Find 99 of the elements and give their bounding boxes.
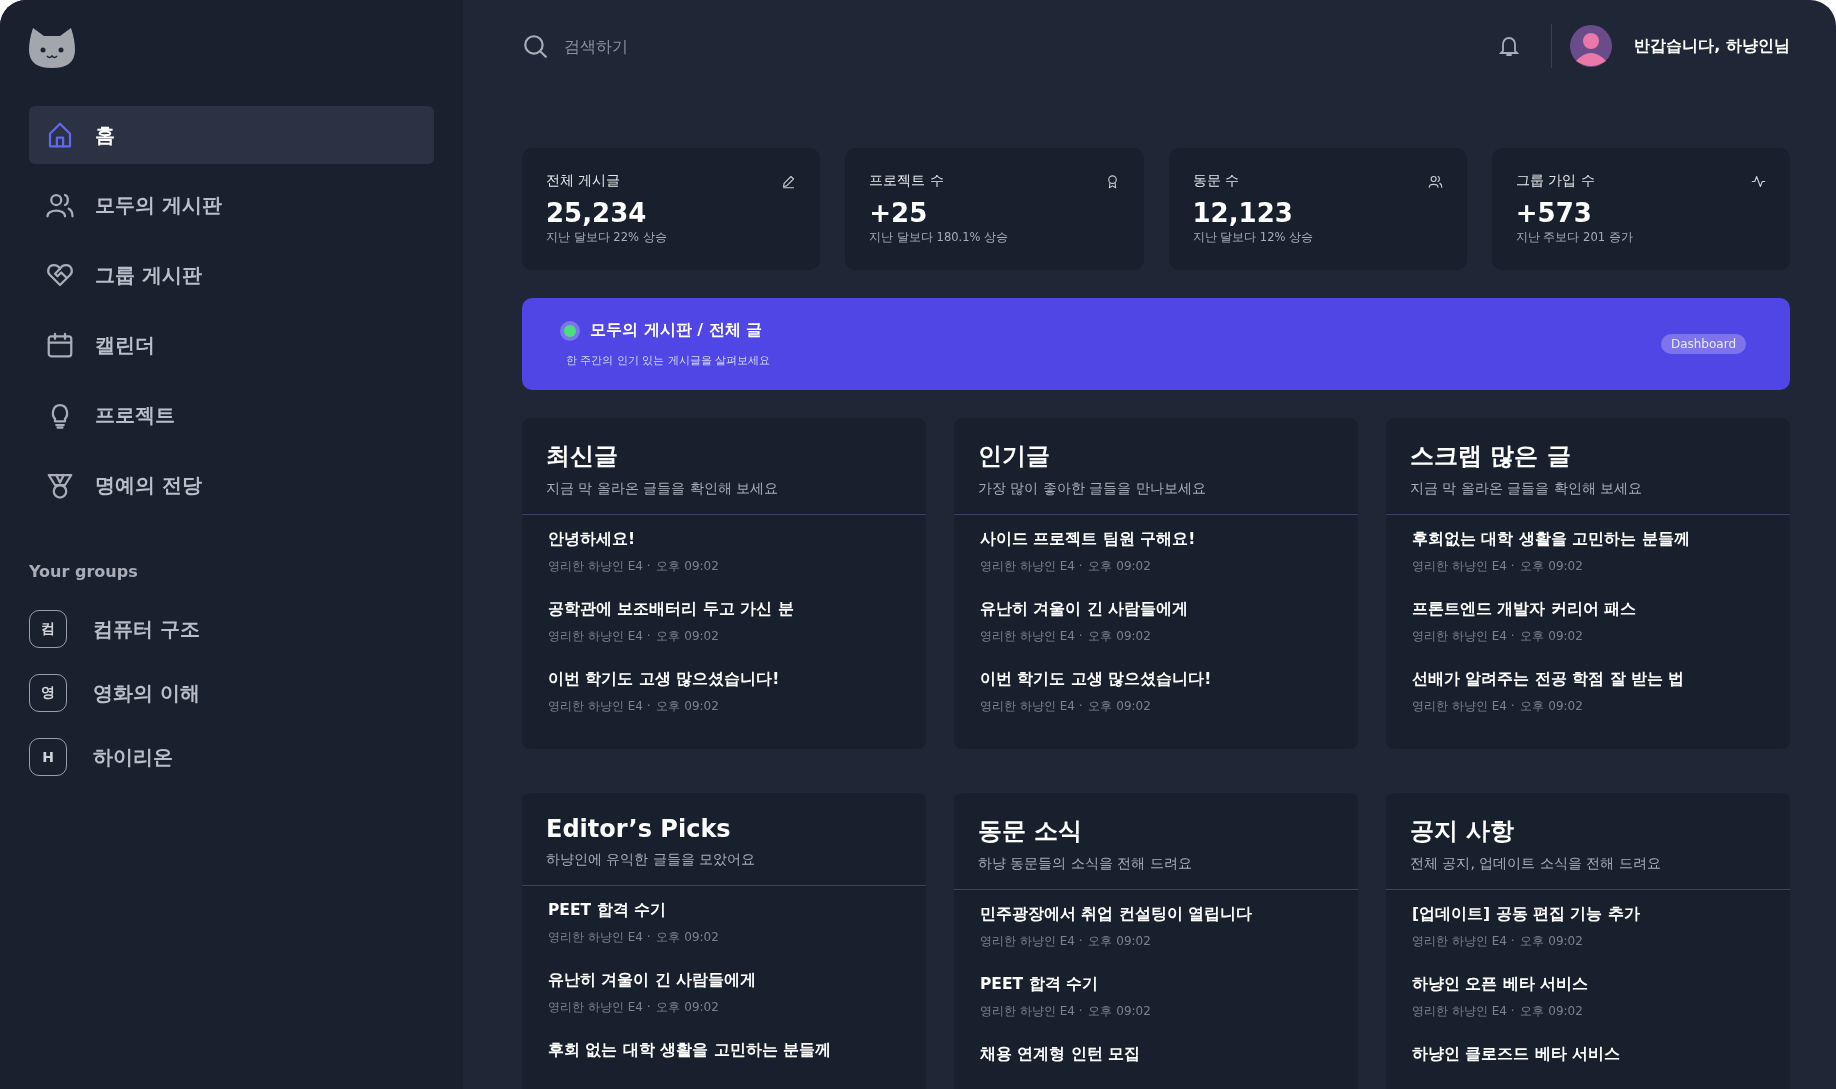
stat-value: +25	[869, 198, 929, 228]
board-title: 스크랩 많은 글	[1410, 441, 1572, 472]
board-title: 최신글	[546, 441, 619, 472]
post-time: 오후 09:02	[1088, 628, 1151, 645]
post-time: 오후 09:02	[1088, 933, 1151, 950]
board-subtitle: 하냥 동문들의 소식을 전해 드려요	[978, 855, 1193, 873]
board-title: Editor’s Picks	[546, 815, 732, 843]
post-title[interactable]: 안녕하세요!	[548, 529, 900, 550]
stat-title: 동문 수	[1192, 172, 1239, 190]
post-author: 영리한 하냥인 E4 ·	[548, 929, 651, 946]
post-time: 오후 09:02	[1520, 933, 1583, 950]
post-author: 영리한 하냥인 E4 ·	[1412, 1003, 1515, 1020]
board-subtitle: 지금 막 올라온 글들을 확인해 보세요	[546, 480, 780, 498]
post-title[interactable]: PEET 합격 수기	[980, 974, 1332, 995]
avatar[interactable]	[1570, 25, 1613, 67]
status-dot	[564, 324, 576, 337]
board-subtitle: 하냥인에 유익한 글들을 모았어요	[546, 851, 757, 869]
post-title[interactable]: PEET 합격 수기	[548, 900, 900, 921]
users-icon	[1427, 173, 1443, 189]
stat-value: 12,123	[1192, 198, 1294, 228]
bell-icon[interactable]	[1497, 34, 1522, 58]
post-author: 영리한 하냥인 E4 ·	[980, 558, 1083, 575]
post-author: 영리한 하냥인 E4 ·	[1412, 698, 1515, 715]
post-title[interactable]: 이번 학기도 고생 많으셨습니다!	[548, 669, 900, 690]
post-author: 영리한 하냥인 E4 ·	[1412, 558, 1515, 575]
post-time: 오후 09:02	[656, 628, 719, 645]
search-field[interactable]: 검색하기	[562, 35, 866, 57]
post-author: 영리한 하냥인 E4 ·	[548, 698, 651, 715]
banner-subtitle: 한 주간의 인기 있는 게시글을 살펴보세요	[566, 353, 772, 368]
post-time: 오후 09:02	[1520, 628, 1583, 645]
post-title[interactable]: 하냥인 클로즈드 베타 서비스	[1412, 1044, 1764, 1065]
post-time: 오후 09:02	[656, 558, 719, 575]
nav-item[interactable]: 명예의 전당	[29, 456, 434, 514]
post-author: 영리한 하냥인 E4 ·	[548, 558, 651, 575]
post-title[interactable]: 이번 학기도 고생 많으셨습니다!	[980, 669, 1332, 690]
post-title[interactable]: 하냥인 오픈 베타 서비스	[1412, 974, 1764, 995]
post-author: 영리한 하냥인 E4 ·	[548, 999, 651, 1016]
dashboard-badge: Dashboard	[1660, 334, 1746, 354]
nav-item[interactable]: 그룹 게시판	[29, 246, 434, 304]
stat-title: 전체 게시글	[546, 172, 621, 190]
stat-value: +573	[1515, 198, 1593, 228]
stat-value: 25,234	[546, 198, 648, 228]
post-time: 오후 09:02	[1088, 1003, 1151, 1020]
post-title[interactable]: 채용 연계형 인턴 모집	[980, 1044, 1332, 1065]
nav-item[interactable]: 캘린더	[29, 316, 434, 374]
post-author: 영리한 하냥인 E4 ·	[1412, 628, 1515, 645]
post-time: 오후 09:02	[1088, 698, 1151, 715]
post-time: 오후 09:02	[1520, 1003, 1583, 1020]
post-time: 오후 09:02	[656, 999, 719, 1016]
stat-note: 지난 달보다 22% 상승	[546, 230, 668, 245]
nav-item[interactable]: 홈	[29, 106, 434, 164]
post-title[interactable]: 유난히 겨울이 긴 사람들에게	[980, 599, 1332, 620]
group-link[interactable]: 하이리온	[93, 743, 173, 771]
board-subtitle: 지금 막 올라온 글들을 확인해 보세요	[1410, 480, 1644, 498]
post-time: 오후 09:02	[656, 929, 719, 946]
post-author: 영리한 하냥인 E4 ·	[980, 698, 1083, 715]
stat-note: 지난 주보다 201 증가	[1515, 230, 1634, 245]
group-link[interactable]: 영화의 이해	[93, 679, 200, 707]
post-title[interactable]: 유난히 겨울이 긴 사람들에게	[548, 970, 900, 991]
board-subtitle: 전체 공지, 업데이트 소식을 전해 드려요	[1410, 855, 1662, 873]
calendar-icon	[45, 330, 75, 360]
greeting-text: 반갑습니다, 하냥인님	[1634, 35, 1790, 57]
stat-title: 그룹 가입 수	[1515, 172, 1595, 190]
nav-item[interactable]: 프로젝트	[29, 386, 434, 444]
post-time: 오후 09:02	[656, 698, 719, 715]
group-link[interactable]: 컴퓨터 구조	[93, 615, 200, 643]
group-badge: 영	[29, 674, 67, 712]
post-title[interactable]: 민주광장에서 취업 컨설팅이 열립니다	[980, 904, 1332, 925]
stat-note: 지난 달보다 180.1% 상승	[869, 230, 1010, 245]
group-badge: 컴	[29, 610, 67, 648]
pencil-icon	[781, 173, 797, 189]
post-time: 오후 09:02	[1520, 558, 1583, 575]
post-author: 영리한 하냥인 E4 ·	[548, 628, 651, 645]
board-title: 동문 소식	[978, 816, 1084, 847]
board-title: 인기글	[978, 441, 1051, 472]
board-title: 공지 사항	[1410, 816, 1516, 847]
post-author: 영리한 하냥인 E4 ·	[1412, 933, 1515, 950]
post-title[interactable]: 사이드 프로젝트 팀원 구해요!	[980, 529, 1332, 550]
search-icon	[522, 33, 548, 59]
banner-title: 모두의 게시판 / 전체 글	[590, 320, 763, 341]
post-title[interactable]: 공학관에 보조배터리 두고 가신 분	[548, 599, 900, 620]
post-title[interactable]: 프론트엔드 개발자 커리어 패스	[1412, 599, 1764, 620]
group-badge: H	[29, 738, 67, 776]
post-title[interactable]: [업데이트] 공동 편집 기능 추가	[1412, 904, 1764, 925]
post-time: 오후 09:02	[1520, 698, 1583, 715]
stat-title: 프로젝트 수	[869, 172, 944, 190]
post-title[interactable]: 선배가 알려주는 전공 학점 잘 받는 법	[1412, 669, 1764, 690]
section-heading: Your groups	[29, 562, 139, 581]
cat-logo[interactable]	[29, 26, 75, 68]
activity-icon	[1751, 173, 1766, 189]
board-subtitle: 가장 많이 좋아한 글들을 만나보세요	[978, 480, 1207, 498]
stat-note: 지난 달보다 12% 상승	[1192, 230, 1315, 245]
post-author: 영리한 하냥인 E4 ·	[980, 628, 1083, 645]
post-author: 영리한 하냥인 E4 ·	[980, 933, 1083, 950]
nav-item[interactable]: 모두의 게시판	[29, 176, 434, 234]
post-title[interactable]: 후회 없는 대학 생활을 고민하는 분들께	[548, 1040, 900, 1061]
post-title[interactable]: 후회없는 대학 생활을 고민하는 분들께	[1412, 529, 1764, 550]
post-author: 영리한 하냥인 E4 ·	[980, 1003, 1083, 1020]
post-time: 오후 09:02	[1088, 558, 1151, 575]
